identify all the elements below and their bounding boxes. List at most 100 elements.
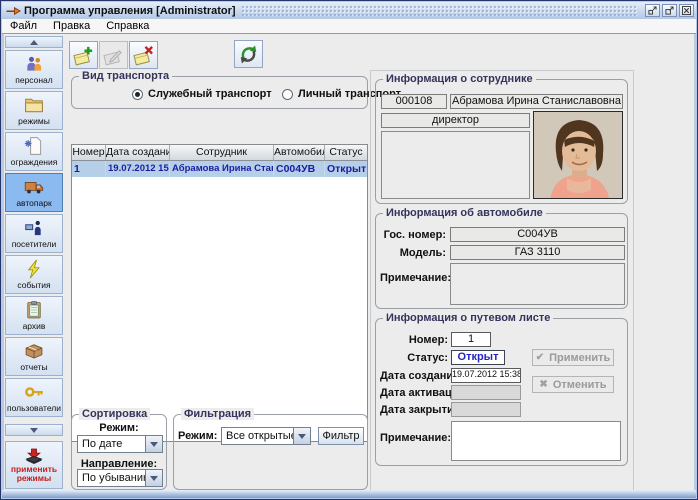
- waybill-activated-field[interactable]: [451, 385, 521, 400]
- column-header-employee[interactable]: Сотрудник: [170, 145, 274, 160]
- sidebar-item-fences[interactable]: ограждения: [5, 132, 63, 171]
- delete-waybill-button[interactable]: [129, 41, 158, 69]
- sidebar-item-visitors[interactable]: посетители: [5, 214, 63, 253]
- apply-button[interactable]: ✔ Применить: [532, 349, 614, 366]
- maximize-button[interactable]: [662, 4, 677, 17]
- filtering-title: Фильтрация: [181, 408, 254, 420]
- minimize-button[interactable]: [645, 4, 660, 17]
- waybill-closed-label: Дата закрытия:: [380, 404, 448, 416]
- add-waybill-button[interactable]: [69, 41, 98, 69]
- sorting-group: Сортировка Режим: По дате Направление: П…: [71, 414, 167, 490]
- cell-created: 19.07.2012 15:38: [106, 161, 170, 177]
- employee-note-field[interactable]: [381, 131, 530, 199]
- cell-employee: Абрамова Ирина Стани...: [170, 161, 274, 177]
- sidebar-item-archive[interactable]: архив: [5, 296, 63, 335]
- waybill-created-field[interactable]: 19.07.2012 15:38: [451, 368, 521, 383]
- sidebar-item-reports[interactable]: отчеты: [5, 337, 63, 376]
- model-field[interactable]: ГАЗ 3110: [450, 245, 625, 260]
- menu-edit[interactable]: Правка: [45, 20, 98, 32]
- cell-vehicle: С004УВ: [274, 161, 325, 177]
- refresh-icon: [237, 43, 260, 66]
- waybill-closed-field[interactable]: [451, 402, 521, 417]
- filter-mode-value: Все открытые: [222, 428, 293, 444]
- titlebar-texture: [241, 5, 638, 16]
- radio-label: Служебный транспорт: [148, 88, 272, 100]
- employee-position-field[interactable]: директор: [381, 113, 530, 128]
- sidebar-item-label: пользователи: [7, 403, 61, 413]
- column-header-number[interactable]: Номер: [72, 145, 106, 160]
- waybill-info-group: Информация о путевом листе Номер: 1 Стат…: [375, 318, 628, 466]
- employee-photo: [533, 111, 623, 199]
- sort-mode-combobox[interactable]: По дате: [77, 435, 163, 453]
- radio-company-transport[interactable]: Служебный транспорт: [132, 88, 272, 100]
- waybill-note-field[interactable]: [451, 421, 621, 461]
- filter-mode-combobox[interactable]: Все открытые: [221, 427, 311, 445]
- chevron-down-icon: [30, 428, 38, 433]
- model-label: Модель:: [380, 247, 446, 259]
- document-delete-icon: [132, 44, 155, 67]
- sidebar-item-label: режимы: [18, 116, 50, 126]
- sidebar-item-personnel[interactable]: персонал: [5, 50, 63, 89]
- waybill-status-label: Статус:: [380, 352, 448, 364]
- menu-file[interactable]: Файл: [2, 20, 45, 32]
- menubar: Файл Правка Справка: [2, 19, 696, 34]
- sidebar-scroll-up-button[interactable]: [5, 36, 63, 48]
- menu-help[interactable]: Справка: [98, 20, 157, 32]
- maximize-icon: [665, 6, 674, 15]
- edit-waybill-button[interactable]: [99, 41, 128, 69]
- column-header-vehicle[interactable]: Автомобиль: [274, 145, 325, 160]
- employee-id-field[interactable]: 000108: [381, 94, 447, 109]
- sidebar-item-events[interactable]: события: [5, 255, 63, 294]
- column-header-status[interactable]: Статус: [325, 145, 367, 160]
- plate-label: Гос. номер:: [380, 229, 446, 241]
- vehicle-info-group: Информация об автомобиле Гос. номер: С00…: [375, 213, 628, 309]
- cancel-button-label: Отменить: [553, 379, 607, 391]
- sidebar-item-label: персонал: [15, 75, 53, 85]
- document-add-icon: [72, 44, 95, 67]
- window-title: Программа управления [Administrator]: [24, 5, 236, 17]
- check-icon: ✔: [536, 352, 544, 363]
- plate-field[interactable]: С004УВ: [450, 227, 625, 242]
- waybill-status-value: Открыт: [451, 350, 505, 365]
- truck-icon: [24, 177, 44, 197]
- dropdown-arrow-icon: [293, 428, 310, 444]
- minimize-icon: [648, 6, 657, 15]
- visitor-icon: [24, 218, 44, 238]
- waybill-created-label: Дата создания:: [380, 370, 448, 382]
- sidebar-item-fleet[interactable]: автопарк: [5, 173, 63, 212]
- apply-modes-button[interactable]: применить режимы: [5, 441, 63, 489]
- waybill-number-field[interactable]: 1: [451, 332, 491, 347]
- sort-direction-value: По убыванию: [78, 470, 145, 486]
- refresh-button[interactable]: [234, 40, 263, 68]
- filter-button[interactable]: Фильтр: [318, 427, 364, 445]
- key-icon: [24, 382, 44, 402]
- waybill-table: Номер Дата создания Сотрудник Автомобиль…: [71, 144, 368, 442]
- app-icon: [6, 5, 21, 17]
- filter-mode-label: Режим:: [178, 430, 217, 442]
- transport-type-group: Вид транспорта Служебный транспорт Личны…: [71, 76, 368, 109]
- sidebar-item-users[interactable]: пользователи: [5, 378, 63, 417]
- dropdown-arrow-icon: [145, 470, 162, 486]
- close-button[interactable]: [679, 4, 694, 17]
- content-area: персонал режимы ограждения: [4, 34, 694, 490]
- sidebar-item-modes[interactable]: режимы: [5, 91, 63, 130]
- waybill-activated-label: Дата активации:: [380, 387, 448, 399]
- waybill-note-label: Примечание:: [380, 432, 448, 444]
- sidebar-scroll-down-button[interactable]: [5, 424, 63, 436]
- sidebar-item-label: автопарк: [16, 198, 51, 208]
- cancel-button[interactable]: ✖ Отменить: [532, 376, 614, 393]
- cell-status: Открыт: [325, 161, 367, 177]
- table-row[interactable]: 1 19.07.2012 15:38 Абрамова Ирина Стани.…: [72, 161, 367, 177]
- vehicle-note-field[interactable]: [450, 263, 625, 305]
- sort-direction-combobox[interactable]: По убыванию: [77, 469, 163, 487]
- sidebar-item-label: отчеты: [20, 362, 47, 372]
- column-header-created[interactable]: Дата создания: [106, 145, 170, 160]
- apply-modes-icon: [24, 448, 44, 465]
- sort-mode-label: Режим:: [72, 422, 166, 434]
- people-icon: [24, 54, 44, 74]
- employee-name-field[interactable]: Абрамова Ирина Станиславовна: [450, 94, 623, 109]
- sorting-title: Сортировка: [79, 408, 150, 420]
- document-snowflake-icon: [24, 136, 44, 156]
- filtering-group: Фильтрация Режим: Все открытые Фильтр: [173, 414, 368, 490]
- lightning-icon: [24, 259, 44, 279]
